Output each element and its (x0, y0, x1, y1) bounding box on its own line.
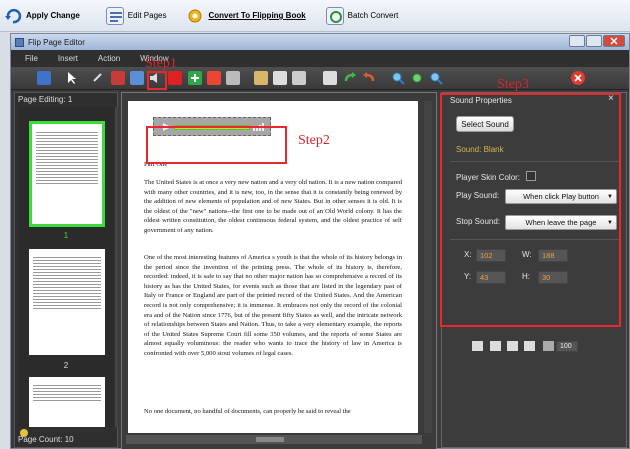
duplicate-icon[interactable] (292, 71, 306, 85)
close-window-button[interactable] (603, 35, 625, 47)
pointer-icon[interactable] (65, 71, 79, 85)
delete-icon[interactable] (323, 71, 337, 85)
window-icon (15, 37, 24, 47)
lightbulb-icon (20, 429, 28, 437)
page-editing-label: Page Editing: 1 (18, 95, 73, 104)
minimize-button[interactable] (569, 35, 585, 47)
page-paragraph: The United States is at once a very new … (144, 179, 402, 234)
convert-button[interactable]: Convert To Flipping Book (186, 7, 306, 25)
save-icon[interactable] (37, 71, 51, 85)
thumbnail-scrollbar[interactable] (115, 107, 118, 427)
page-paragraph: No one document, no handful of documents… (144, 408, 351, 415)
menu-action[interactable]: Action (98, 54, 120, 63)
page-thumbnail[interactable] (29, 121, 105, 227)
copy-icon[interactable] (273, 71, 287, 85)
editor-toolbar (11, 67, 629, 90)
link-icon[interactable] (91, 71, 105, 85)
menu-insert[interactable]: Insert (58, 54, 78, 63)
fit-page-icon[interactable] (410, 71, 424, 85)
opacity-icon (543, 341, 554, 351)
thumbnail-number: 1 (63, 231, 69, 240)
opacity-input[interactable]: 100 (556, 341, 578, 352)
page-count-label: Page Count: 10 (18, 435, 74, 444)
image-icon[interactable] (130, 71, 144, 85)
page-thumbnail[interactable] (29, 249, 105, 355)
undo-icon[interactable] (362, 71, 376, 85)
scroll-thumb[interactable] (256, 437, 284, 442)
apply-change-button[interactable]: Apply Change (4, 7, 80, 25)
step3-highlight (440, 93, 621, 327)
thumbnail-list: 1 2 (18, 107, 114, 427)
thumbnail-number: 2 (63, 361, 69, 370)
edit-pages-icon (105, 6, 124, 25)
gear-icon (186, 7, 204, 25)
step1-label: Step1 (145, 56, 177, 71)
page-thumbnails-panel: Page Editing: 1 1 2 Page Count: 10 (14, 92, 118, 448)
page-horizontal-scrollbar[interactable] (126, 435, 422, 444)
title-bar: Flip Page Editor (11, 34, 629, 50)
page-paragraph: One of the most interesting features of … (144, 254, 402, 357)
batch-convert-icon (325, 6, 344, 25)
redo-icon[interactable] (343, 71, 357, 85)
window-title: Flip Page Editor (28, 37, 85, 47)
edit-pages-button[interactable]: Edit Pages (105, 6, 167, 25)
page-thumbnail[interactable] (29, 377, 105, 427)
flash-icon[interactable] (168, 71, 182, 85)
step2-label: Step2 (298, 133, 330, 148)
align-right-icon[interactable] (507, 341, 518, 351)
video-icon[interactable] (111, 71, 125, 85)
batch-convert-label: Batch Convert (347, 11, 399, 20)
page-vertical-scrollbar[interactable] (424, 101, 432, 433)
paste-icon[interactable] (254, 71, 268, 85)
print-icon[interactable] (226, 71, 240, 85)
maximize-button[interactable] (586, 35, 602, 47)
refresh-icon (4, 7, 22, 25)
main-toolbar: Apply Change Edit Pages Convert To Flipp… (0, 0, 630, 32)
step2-highlight (146, 126, 287, 164)
menu-bar: File Insert Action Window (11, 50, 629, 67)
add-icon[interactable] (188, 71, 202, 85)
batch-convert-button[interactable]: Batch Convert (325, 6, 399, 25)
step1-highlight (147, 71, 167, 90)
youtube-icon[interactable] (207, 71, 221, 85)
zoom-in-icon[interactable] (391, 71, 405, 85)
distribute-icon[interactable] (524, 341, 535, 351)
align-left-icon[interactable] (472, 341, 483, 351)
edit-pages-label: Edit Pages (127, 11, 167, 20)
menu-file[interactable]: File (25, 54, 38, 63)
step3-label: Step3 (497, 77, 529, 92)
align-center-icon[interactable] (490, 341, 501, 351)
zoom-out-icon[interactable] (429, 71, 443, 85)
convert-label: Convert To Flipping Book (208, 11, 306, 20)
apply-change-label: Apply Change (26, 11, 80, 20)
close-panel-icon[interactable] (571, 71, 585, 85)
